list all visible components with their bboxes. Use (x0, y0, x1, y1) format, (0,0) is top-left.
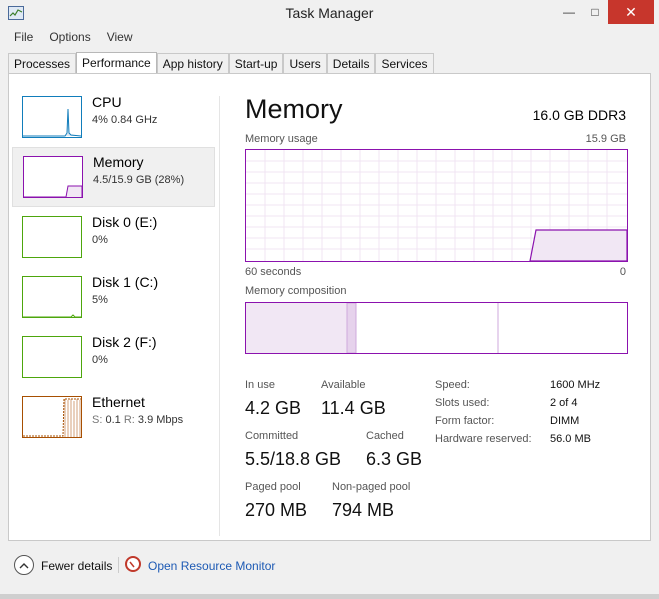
memory-usage-area (529, 229, 627, 261)
menu-bar: File Options View (6, 30, 141, 48)
time-axis-left: 60 seconds (245, 266, 302, 278)
sidebar-item-disk1[interactable]: Disk 1 (C:) 5% (12, 268, 215, 328)
menu-options[interactable]: Options (41, 30, 98, 48)
tab-performance[interactable]: Performance (76, 52, 157, 74)
minimize-button[interactable]: — (556, 0, 582, 24)
tab-processes[interactable]: Processes (8, 53, 77, 74)
open-resource-monitor-link[interactable]: Open Resource Monitor (148, 559, 275, 573)
non-paged-pool-label: Non-paged pool (332, 481, 411, 493)
ethernet-recv-label: R: (123, 414, 135, 426)
speed-label: Speed: (435, 379, 470, 391)
sidebar-disk0-sub: 0% (92, 234, 108, 246)
committed-label: Committed (245, 430, 299, 442)
tab-users[interactable]: Users (283, 53, 327, 74)
resource-monitor-icon[interactable] (125, 556, 141, 572)
non-paged-pool-value: 794 MB (332, 500, 395, 520)
chevron-up-icon[interactable] (14, 555, 34, 575)
window-bottom-edge (0, 594, 659, 599)
sidebar-divider (219, 96, 220, 536)
ethernet-thumbnail-graph (22, 396, 82, 438)
committed-value: 5.5/18.8 GB (245, 449, 342, 469)
sidebar-ethernet-sub: S: 0.1 R: 3.9 Mbps (92, 414, 183, 426)
hardware-reserved-label: Hardware reserved: (435, 433, 532, 445)
disk0-thumbnail-graph (22, 216, 82, 258)
composition-in-use (246, 303, 347, 353)
sidebar-disk2-name: Disk 2 (F:) (92, 334, 157, 350)
cpu-thumbnail-graph (22, 96, 82, 138)
slots-value: 2 of 4 (550, 397, 578, 409)
form-factor-label: Form factor: (435, 415, 495, 427)
sidebar-disk2-sub: 0% (92, 354, 108, 366)
page-title: Memory (245, 94, 343, 124)
paged-pool-value: 270 MB (245, 500, 308, 520)
tab-app-history[interactable]: App history (156, 53, 229, 74)
tab-start-up[interactable]: Start-up (228, 53, 284, 74)
usage-graph-label: Memory usage (245, 133, 318, 145)
sidebar-memory-name: Memory (93, 154, 144, 170)
disk2-thumbnail-graph (22, 336, 82, 378)
sidebar-item-memory[interactable]: Memory 4.5/15.9 GB (28%) (12, 147, 215, 207)
tab-services[interactable]: Services (375, 53, 434, 74)
menu-view[interactable]: View (99, 30, 141, 48)
maximize-button[interactable]: □ (582, 0, 608, 24)
available-label: Available (321, 379, 366, 391)
performance-panel: CPU 4% 0.84 GHz Memory 4.5/15.9 GB (28%)… (8, 73, 651, 541)
sidebar-disk0-name: Disk 0 (E:) (92, 214, 158, 230)
time-axis-right: 0 (619, 266, 626, 278)
sidebar-cpu-name: CPU (92, 94, 122, 110)
hardware-reserved-value: 56.0 MB (550, 433, 591, 445)
paged-pool-label: Paged pool (245, 481, 301, 493)
sidebar-disk1-sub: 5% (92, 294, 108, 306)
footer-bar: Fewer details Open Resource Monitor (0, 545, 659, 585)
cached-label: Cached (366, 430, 404, 442)
ethernet-send-value: 0.1 (105, 414, 121, 426)
sidebar-item-disk2[interactable]: Disk 2 (F:) 0% (12, 328, 215, 388)
ethernet-recv-value: 3.9 Mbps (137, 414, 184, 426)
sidebar-disk1-name: Disk 1 (C:) (92, 274, 159, 290)
memory-usage-graph (245, 149, 628, 262)
menu-file[interactable]: File (6, 30, 41, 48)
sidebar-item-ethernet[interactable]: Ethernet S: 0.1 R: 3.9 Mbps (12, 388, 215, 448)
usage-graph-max: 15.9 GB (585, 133, 626, 145)
in-use-label: In use (245, 379, 275, 391)
form-factor-value: DIMM (550, 415, 580, 427)
close-button[interactable]: ✕ (608, 0, 654, 24)
sidebar-item-disk0[interactable]: Disk 0 (E:) 0% (12, 208, 215, 268)
available-value: 11.4 GB (321, 398, 386, 418)
sidebar-memory-sub: 4.5/15.9 GB (28%) (93, 174, 185, 186)
footer-separator (118, 557, 119, 573)
composition-label: Memory composition (245, 285, 347, 297)
disk1-thumbnail-graph (22, 276, 82, 318)
sidebar-item-cpu[interactable]: CPU 4% 0.84 GHz (12, 88, 215, 148)
cached-value: 6.3 GB (366, 449, 423, 469)
title-bar: Task Manager — □ ✕ (0, 0, 659, 28)
fewer-details-button[interactable]: Fewer details (41, 559, 112, 573)
in-use-value: 4.2 GB (245, 398, 302, 418)
sidebar-cpu-sub: 4% 0.84 GHz (92, 114, 158, 126)
tab-details[interactable]: Details (326, 53, 376, 74)
memory-composition-bar (245, 302, 628, 354)
memory-spec: 16.0 GB DDR3 (532, 107, 626, 123)
memory-thumbnail-graph (23, 156, 83, 198)
tab-strip: Processes Performance App history Start-… (8, 52, 434, 74)
sidebar-ethernet-name: Ethernet (92, 394, 145, 410)
slots-label: Slots used: (435, 397, 490, 409)
speed-value: 1600 MHz (550, 379, 601, 391)
composition-modified (346, 302, 357, 354)
ethernet-send-label: S: (92, 414, 103, 426)
